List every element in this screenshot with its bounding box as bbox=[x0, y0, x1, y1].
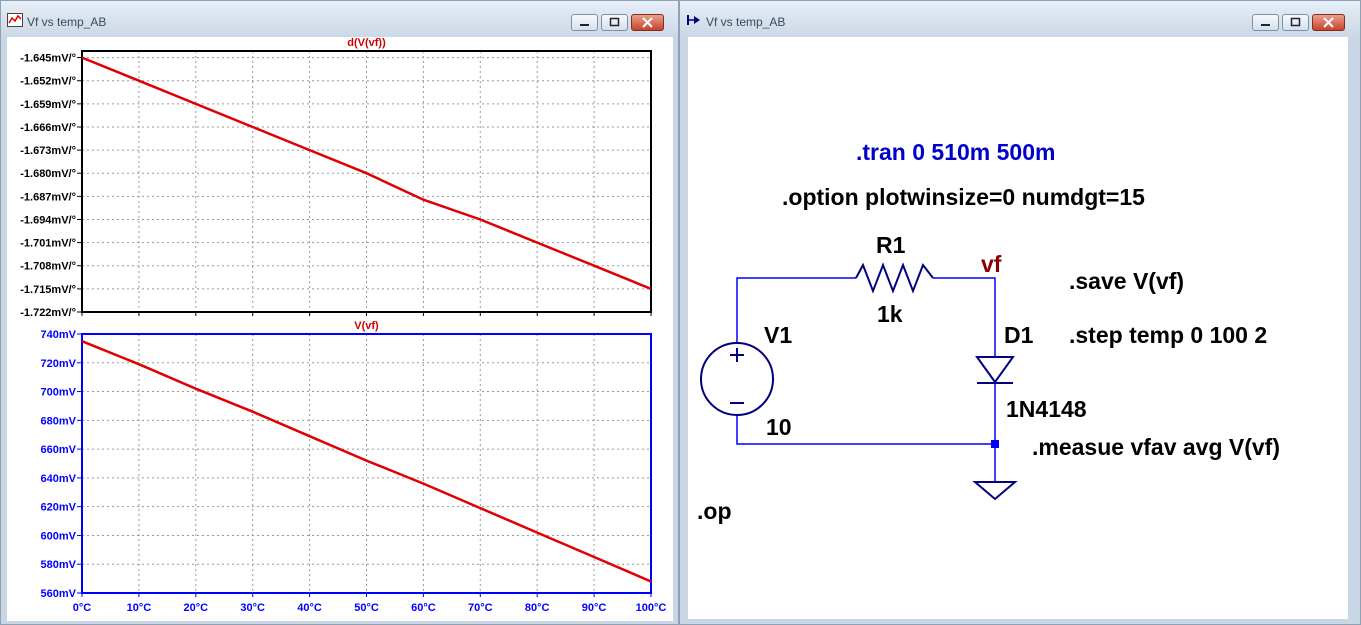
op-directive[interactable]: .op bbox=[697, 498, 732, 524]
top-pane-title: d(V(vf)) bbox=[347, 37, 386, 49]
waveform-plots: d(V(vf)) -1.645mV/° -1.652mV/° -1.659mV/° -1… bbox=[20, 37, 667, 614]
waveform-window: Vf vs temp_AB d(V(vf)) -1.645mV/° -1.652mV… bbox=[0, 0, 679, 625]
top-y-tick-label: -1.715mV/° bbox=[20, 284, 76, 296]
bottom-y-tick-label: 600mV bbox=[41, 530, 77, 542]
bottom-y-tick-label: 720mV bbox=[41, 358, 77, 370]
top-y-tick-label: -1.673mV/° bbox=[20, 145, 76, 157]
tran-directive[interactable]: .tran 0 510m 500m bbox=[856, 139, 1055, 165]
waveform-window-titlebar[interactable]: Vf vs temp_AB bbox=[1, 1, 678, 37]
minimize-icon bbox=[580, 24, 589, 26]
step-directive[interactable]: .step temp 0 100 2 bbox=[1069, 322, 1267, 348]
wire-top-left[interactable] bbox=[736, 277, 856, 343]
top-y-tick-label: -1.652mV/° bbox=[20, 76, 76, 88]
x-tick-label: 30°C bbox=[240, 602, 265, 614]
close-icon bbox=[642, 17, 653, 28]
schematic-window-title: Vf vs temp_AB bbox=[706, 15, 786, 29]
x-tick-label: 60°C bbox=[411, 602, 436, 614]
x-tick-label: 50°C bbox=[354, 602, 379, 614]
minimize-button[interactable] bbox=[571, 14, 598, 31]
wires bbox=[736, 277, 996, 482]
top-y-tick-label: -1.687mV/° bbox=[20, 191, 76, 203]
top-y-tick-label: -1.680mV/° bbox=[20, 168, 76, 180]
schematic-drawing: .tran 0 510m 500m .option plotwinsize=0 … bbox=[697, 139, 1280, 524]
waveform-window-title: Vf vs temp_AB bbox=[27, 15, 107, 29]
bottom-y-tick-label: 700mV bbox=[41, 387, 77, 399]
x-tick-label: 20°C bbox=[184, 602, 209, 614]
d1-value[interactable]: 1N4148 bbox=[1006, 396, 1087, 422]
bottom-y-tick-label: 640mV bbox=[41, 473, 77, 485]
bottom-y-tick-label: 620mV bbox=[41, 502, 77, 514]
net-label-vf[interactable]: vf bbox=[981, 251, 1002, 277]
measure-directive[interactable]: .measue vfav avg V(vf) bbox=[1032, 434, 1280, 460]
v1-value[interactable]: 10 bbox=[766, 414, 792, 440]
x-tick-label: 70°C bbox=[468, 602, 493, 614]
top-y-tick-label: -1.659mV/° bbox=[20, 99, 76, 111]
top-y-tick-label: -1.666mV/° bbox=[20, 122, 76, 134]
minimize-button[interactable] bbox=[1252, 14, 1279, 31]
bottom-pane-title: V(vf) bbox=[354, 320, 379, 332]
waveform-app-icon bbox=[7, 13, 23, 27]
save-directive[interactable]: .save V(vf) bbox=[1069, 268, 1184, 294]
x-tick-label: 10°C bbox=[127, 602, 152, 614]
top-y-tick-label: -1.694mV/° bbox=[20, 214, 76, 226]
schematic-canvas[interactable]: .tran 0 510m 500m .option plotwinsize=0 … bbox=[688, 37, 1348, 619]
maximize-icon bbox=[1290, 17, 1301, 27]
x-tick-label: 80°C bbox=[525, 602, 550, 614]
r1-name[interactable]: R1 bbox=[876, 232, 906, 258]
junction-dot bbox=[991, 440, 999, 448]
bottom-y-tick-label: 580mV bbox=[41, 559, 77, 571]
x-tick-label: 90°C bbox=[582, 602, 607, 614]
r1-value[interactable]: 1k bbox=[877, 301, 903, 327]
minimize-icon bbox=[1261, 24, 1270, 26]
top-y-tick-label: -1.701mV/° bbox=[20, 238, 76, 250]
top-y-tick-label: -1.708mV/° bbox=[20, 261, 76, 273]
schematic-window-titlebar[interactable]: Vf vs temp_AB bbox=[680, 1, 1360, 37]
d1-name[interactable]: D1 bbox=[1004, 322, 1034, 348]
close-button[interactable] bbox=[631, 14, 664, 31]
x-tick-label: 40°C bbox=[297, 602, 322, 614]
top-y-tick-label: -1.722mV/° bbox=[20, 307, 76, 319]
bottom-y-tick-label: 740mV bbox=[41, 329, 77, 341]
diode-d1[interactable] bbox=[975, 356, 1015, 384]
close-button[interactable] bbox=[1312, 14, 1345, 31]
maximize-icon bbox=[609, 17, 620, 27]
bottom-y-tick-label: 680mV bbox=[41, 415, 77, 427]
option-directive[interactable]: .option plotwinsize=0 numdgt=15 bbox=[782, 184, 1145, 210]
wire-top-right[interactable] bbox=[933, 277, 996, 356]
schematic-app-icon bbox=[687, 15, 700, 25]
v1-name[interactable]: V1 bbox=[764, 322, 792, 348]
bottom-y-tick-label: 560mV bbox=[41, 588, 77, 600]
x-tick-label: 100°C bbox=[636, 602, 667, 614]
bottom-y-tick-label: 660mV bbox=[41, 444, 77, 456]
resistor-r1[interactable] bbox=[855, 262, 934, 294]
voltage-source-v1[interactable] bbox=[700, 342, 774, 416]
x-tick-label: 0°C bbox=[73, 602, 92, 614]
maximize-button[interactable] bbox=[601, 14, 628, 31]
close-icon bbox=[1323, 17, 1334, 28]
top-y-tick-label: -1.645mV/° bbox=[20, 53, 76, 65]
waveform-plot-area[interactable]: d(V(vf)) -1.645mV/° -1.652mV/° -1.659mV/° -1… bbox=[7, 37, 673, 621]
ground-symbol[interactable] bbox=[972, 481, 1018, 501]
schematic-window: Vf vs temp_AB .tran 0 510m 500m .option … bbox=[679, 0, 1361, 625]
maximize-button[interactable] bbox=[1282, 14, 1309, 31]
